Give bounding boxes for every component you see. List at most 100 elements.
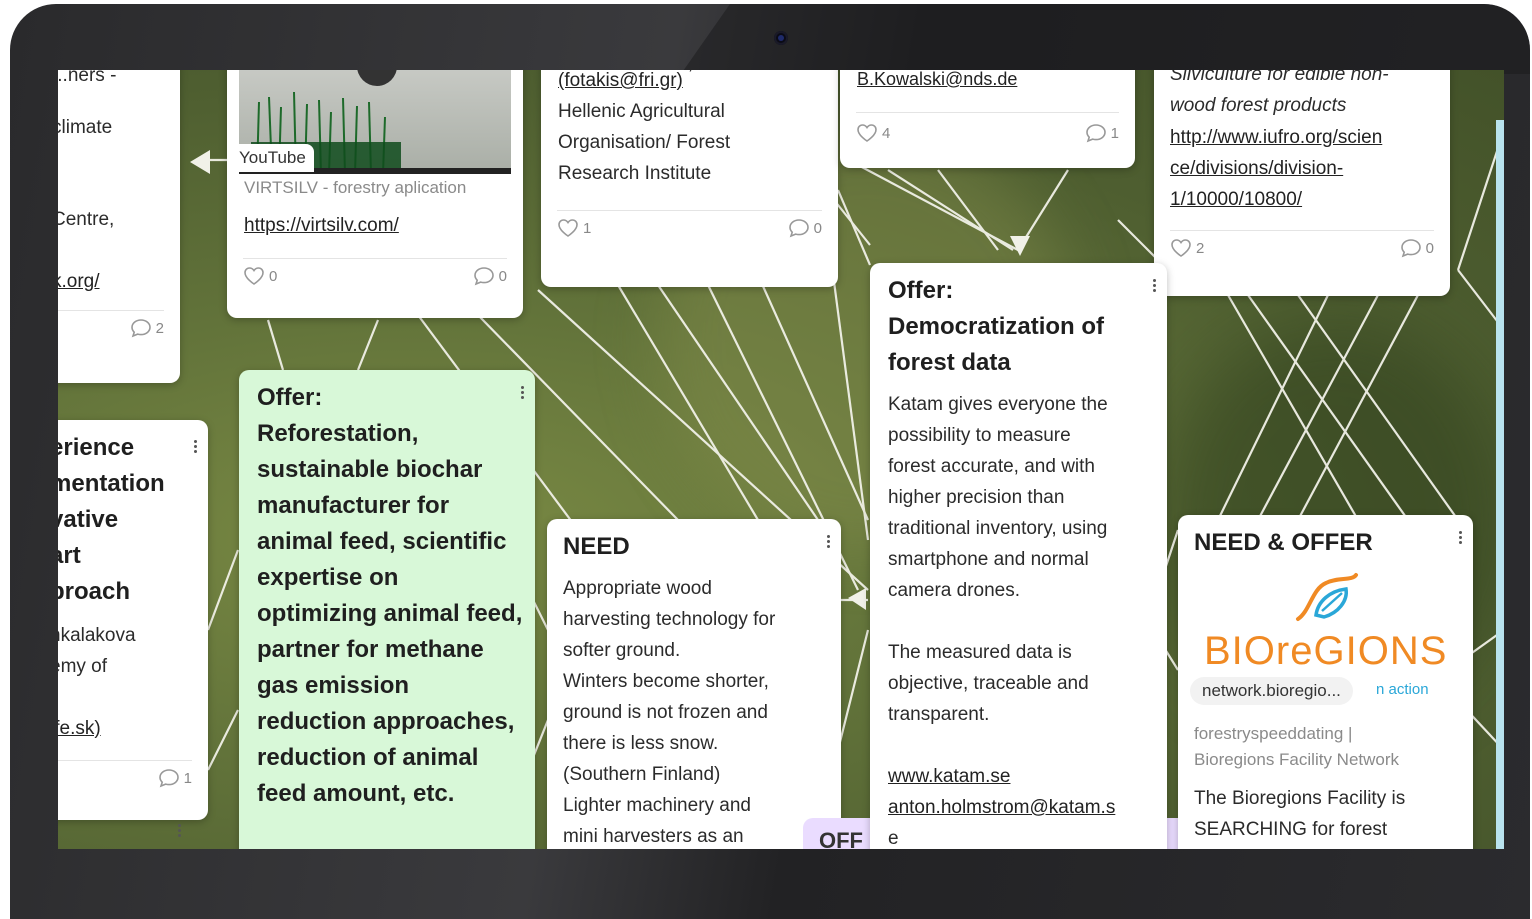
- post-card[interactable]: Offer: Reforestation, sustainable biocha…: [239, 370, 535, 849]
- post-footer: 1: [58, 760, 192, 795]
- comment-button[interactable]: 0: [788, 218, 822, 238]
- post-text: SEARCHING for forest: [1194, 819, 1388, 840]
- comment-count: 1: [1110, 124, 1119, 142]
- post-text: ...ners -: [58, 70, 117, 86]
- more-options-icon[interactable]: [1151, 277, 1157, 294]
- like-button[interactable]: 2: [1170, 238, 1204, 258]
- post-card[interactable]: ...ners - climate Centre, k.org/ 2: [58, 70, 180, 383]
- comment-icon: [1085, 124, 1106, 143]
- post-card[interactable]: NEED & OFFER BIOreGIONS network.bioregio…: [1178, 515, 1473, 849]
- more-options-icon[interactable]: [192, 438, 198, 455]
- post-text: objective, traceable and: [888, 673, 1089, 694]
- comment-icon: [158, 769, 179, 788]
- like-count: 0: [269, 267, 278, 285]
- post-text: forest accurate, and with: [888, 456, 1095, 477]
- post-text: Centre,: [58, 209, 115, 230]
- post-text: softer ground.: [563, 640, 681, 661]
- more-options-icon[interactable]: [519, 384, 525, 401]
- post-link[interactable]: k.org/: [58, 266, 100, 297]
- post-text: ground is not frozen and: [563, 702, 768, 723]
- post-title: Reforestation, sustainable biochar manuf…: [257, 420, 523, 807]
- post-card[interactable]: B.Kowalski@nds.de 4 1: [840, 70, 1135, 168]
- bioregions-logo-icon: [1296, 573, 1358, 621]
- post-label: Offer:: [257, 384, 323, 411]
- post-text: possibility to measure: [888, 425, 1071, 446]
- like-button[interactable]: 4: [856, 123, 890, 143]
- post-link[interactable]: ce/divisions/division-: [1170, 153, 1343, 184]
- comment-button[interactable]: 1: [1085, 123, 1119, 143]
- like-button[interactable]: 0: [243, 266, 277, 286]
- comment-icon: [130, 319, 151, 338]
- post-title: NEED & OFFER: [1194, 529, 1373, 556]
- comment-button[interactable]: 0: [1400, 238, 1434, 258]
- post-footer: 2: [58, 310, 164, 345]
- more-options-icon[interactable]: [825, 533, 831, 550]
- post-card[interactable]: NEED Appropriate wood harvesting technol…: [547, 519, 841, 849]
- post-text: transparent.: [888, 704, 990, 725]
- post-text: Research Institute: [558, 163, 712, 184]
- comment-icon: [788, 219, 809, 238]
- post-link[interactable]: www.katam.se: [888, 761, 1115, 792]
- comment-count: 0: [498, 267, 507, 285]
- source-badge: YouTube: [231, 144, 314, 172]
- post-text: nkalakova: [58, 625, 136, 646]
- post-card[interactable]: YouTube VIRTSILV - forestry aplication h…: [227, 70, 523, 318]
- post-label: Offer:: [888, 277, 954, 304]
- post-text: there is less snow.: [563, 733, 719, 754]
- like-button[interactable]: 1: [557, 218, 591, 238]
- link-caption-line: forestryspeeddating |: [1194, 724, 1353, 743]
- post-footer: 4 1: [856, 112, 1119, 153]
- comment-button[interactable]: 2: [130, 318, 164, 338]
- post-card[interactable]: Offer: Democratization of forest data Ka…: [870, 263, 1167, 849]
- comment-button[interactable]: 0: [473, 266, 507, 286]
- heart-icon: [857, 124, 877, 142]
- post-link[interactable]: https://virtsilv.com/: [244, 210, 399, 241]
- post-email[interactable]: B.Kowalski@nds.de: [857, 70, 1017, 95]
- comment-count: 0: [1425, 239, 1434, 257]
- padlet-board[interactable]: ...ners - climate Centre, k.org/ 2: [58, 70, 1504, 849]
- post-link[interactable]: http://www.iufro.org/scien: [1170, 122, 1382, 153]
- heart-icon: [558, 219, 578, 237]
- column-edge: [1496, 120, 1504, 849]
- post-body: The Bioregions Facility is SEARCHING for…: [1194, 783, 1405, 845]
- webcam-icon: [774, 31, 788, 45]
- post-title: Democratization of: [888, 313, 1105, 340]
- post-link[interactable]: 1/10000/10800/: [1170, 184, 1302, 215]
- post-text: emy of: [58, 656, 108, 677]
- laptop-frame: ...ners - climate Centre, k.org/ 2: [10, 4, 1530, 919]
- post-title: erience: [58, 434, 135, 461]
- more-options-icon[interactable]: [1457, 529, 1463, 546]
- post-title: OFF: [819, 828, 863, 849]
- post-title: NEED: [563, 533, 630, 560]
- post-email[interactable]: e: [888, 823, 1115, 849]
- post-card[interactable]: Dimitris Fotakis, Greece (fotakis@fri.gr…: [541, 70, 838, 287]
- comment-count: 0: [813, 219, 822, 237]
- more-options-icon[interactable]: [176, 822, 182, 839]
- post-text: (Southern Finland): [563, 764, 721, 785]
- link-caption: forestryspeeddating | Bioregions Facilit…: [1194, 721, 1399, 773]
- post-text: traditional inventory, using: [888, 518, 1108, 539]
- comment-icon: [1400, 239, 1421, 258]
- post-email[interactable]: ife.sk): [58, 713, 101, 744]
- post-title: vative: [58, 506, 119, 533]
- post-text: higher precision than: [888, 487, 1065, 508]
- like-count: 2: [1196, 239, 1205, 257]
- post-text: camera drones.: [888, 580, 1021, 601]
- post-text: Appropriate wood: [563, 578, 712, 599]
- heart-icon: [1171, 239, 1191, 257]
- frame-sheen: [680, 4, 1530, 74]
- post-card[interactable]: erience mentation vative art proach nkal…: [58, 420, 208, 820]
- like-count: 1: [583, 219, 592, 237]
- bioregions-logo-text: BIOreGIONS: [1204, 629, 1448, 673]
- post-text: Winters become shorter,: [563, 671, 769, 692]
- post-email[interactable]: anton.holmstrom@katam.s: [888, 792, 1115, 823]
- post-title: mentation: [58, 470, 165, 497]
- heart-icon: [244, 267, 264, 285]
- post-email[interactable]: (fotakis@fri.gr): [558, 70, 683, 96]
- post-text: wood forest products: [1170, 95, 1347, 116]
- post-card[interactable]: Silviculture for edible non- wood forest…: [1154, 70, 1450, 296]
- link-preview[interactable]: BIOreGIONS network.bioregio... n action: [1190, 569, 1461, 709]
- comment-button[interactable]: 1: [158, 768, 192, 788]
